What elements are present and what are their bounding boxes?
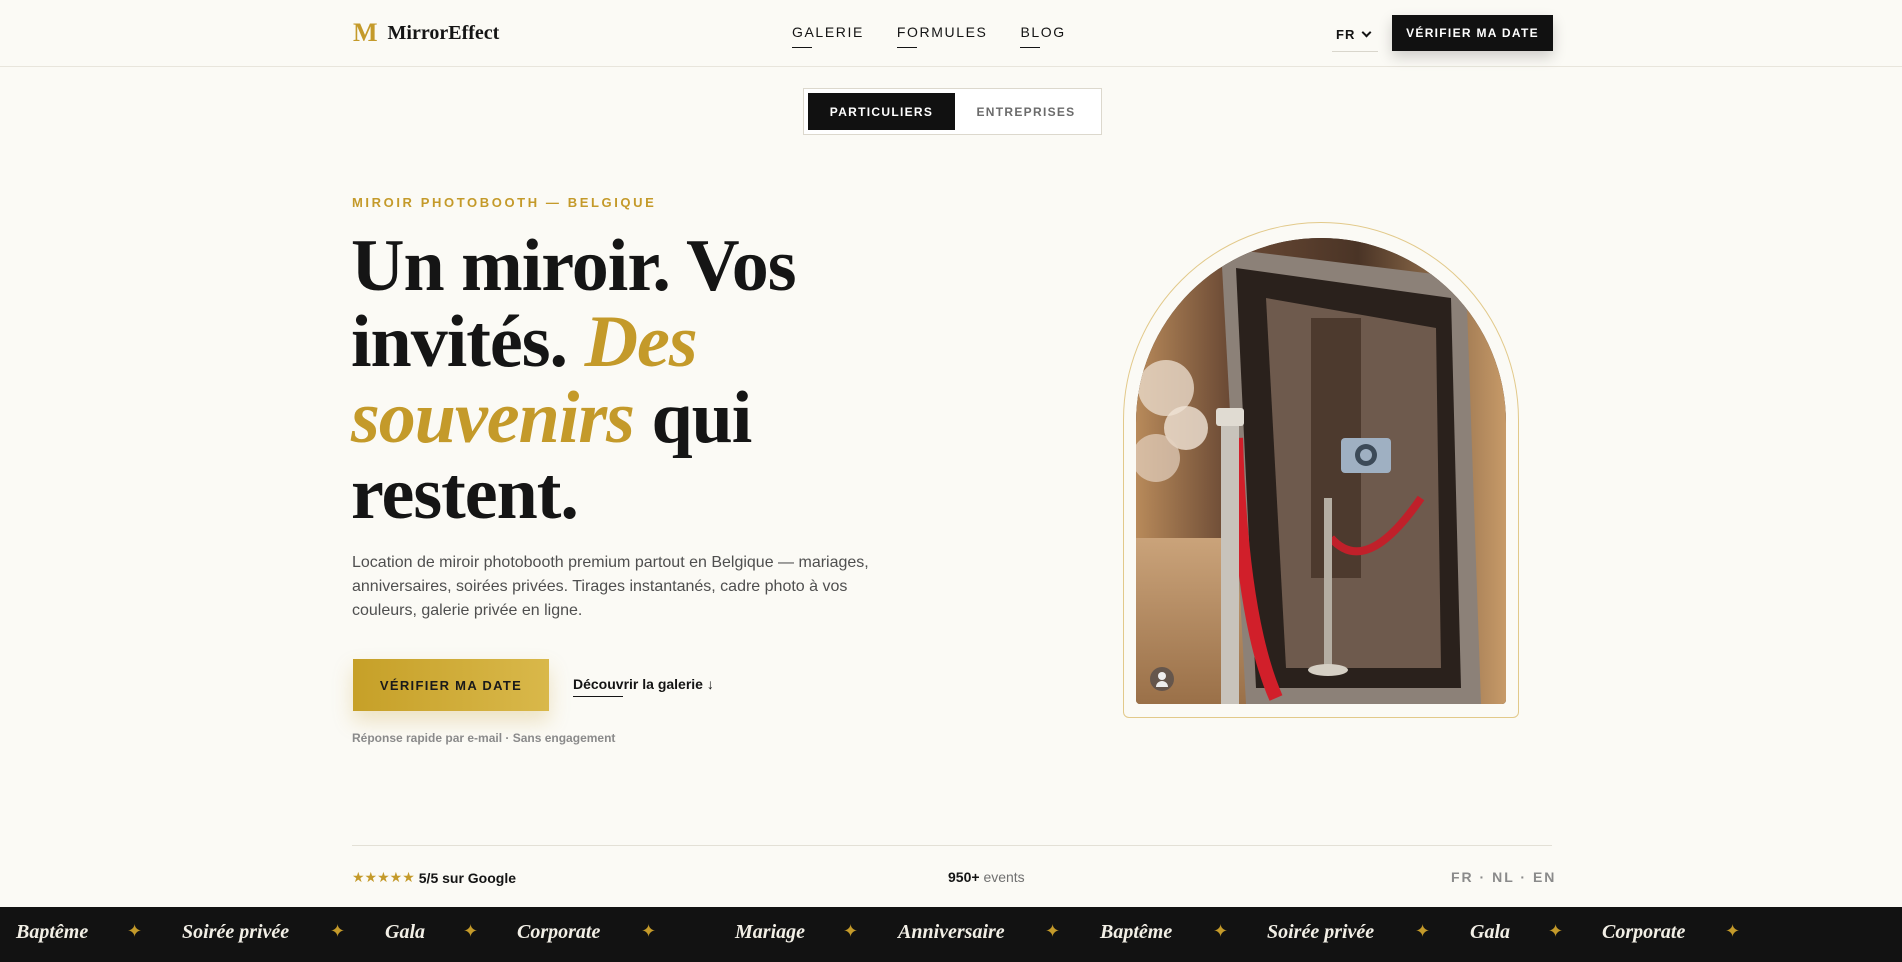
- events-number: 950+: [948, 869, 980, 885]
- user-icon[interactable]: [1150, 667, 1174, 691]
- gallery-link[interactable]: Découvrir la galerie ↓: [573, 676, 714, 697]
- sparkle-icon: ✦: [127, 921, 143, 941]
- logo-text: MirrorEffect: [387, 21, 500, 44]
- marquee-item: Mariage: [735, 921, 805, 943]
- sparkle-icon: ✦: [1213, 921, 1229, 941]
- toggle-particuliers[interactable]: PARTICULIERS: [808, 93, 955, 130]
- events-label: events: [983, 869, 1025, 885]
- sparkle-icon: ✦: [1415, 921, 1431, 941]
- photobooth-illustration: [1136, 238, 1506, 704]
- hero-description: Location de miroir photobooth premium pa…: [352, 554, 869, 619]
- hero-check-date-button[interactable]: VÉRIFIER MA DATE: [353, 659, 549, 711]
- marquee-item: Baptême: [1100, 921, 1173, 943]
- language-value: FR: [1336, 27, 1356, 42]
- hero-eyebrow: MIROIR PHOTOBOOTH — BELGIQUE: [352, 195, 657, 210]
- marquee-item: Soirée privée: [1267, 921, 1375, 943]
- marquee-item: Anniversaire: [898, 921, 1005, 943]
- rating-text: 5/5 sur Google: [418, 869, 517, 886]
- site-header: M MirrorEffect GALERIE FORMULES BLOG FR …: [0, 0, 1902, 67]
- sparkle-icon: ✦: [843, 921, 859, 941]
- events-count: 950+ events: [948, 869, 1025, 885]
- toggle-entreprises[interactable]: ENTREPRISES: [955, 93, 1097, 130]
- event-types-marquee: Baptême ✦ Soirée privée ✦ Gala ✦ Corpora…: [0, 907, 1902, 962]
- photobooth-image: [1136, 238, 1506, 704]
- sparkle-icon: ✦: [1548, 921, 1564, 941]
- hero-headline: Un miroir. Vos invités. Des souvenirs qu…: [351, 228, 911, 532]
- logo-mark: M: [353, 18, 378, 47]
- marquee-item: Baptême: [16, 921, 89, 943]
- sparkle-icon: ✦: [641, 921, 657, 941]
- language-select[interactable]: FR: [1332, 18, 1378, 52]
- marquee-item: Gala: [385, 921, 425, 943]
- marquee-item: Soirée privée: [182, 921, 290, 943]
- chevron-down-icon: [1361, 27, 1372, 38]
- sparkle-icon: ✦: [1725, 921, 1741, 941]
- main-nav: GALERIE FORMULES BLOG: [792, 24, 1066, 48]
- marquee-item: Corporate: [1602, 921, 1686, 943]
- supported-languages: FR · NL · EN: [1451, 869, 1557, 885]
- nav-blog[interactable]: BLOG: [1020, 24, 1065, 48]
- logo[interactable]: M MirrorEffect: [353, 20, 499, 46]
- marquee-item: Gala: [1470, 921, 1510, 943]
- hero-subnote: Réponse rapide par e-mail · Sans engagem…: [352, 731, 616, 745]
- star-rating-icon: ★★★★★: [352, 869, 415, 885]
- nav-formules[interactable]: FORMULES: [896, 24, 988, 48]
- header-check-date-button[interactable]: VÉRIFIER MA DATE: [1392, 15, 1553, 51]
- audience-toggle: PARTICULIERS ENTREPRISES: [803, 88, 1102, 135]
- marquee-item: Corporate: [517, 921, 601, 943]
- sparkle-icon: ✦: [1045, 921, 1061, 941]
- nav-galerie[interactable]: GALERIE: [792, 24, 864, 48]
- sparkle-icon: ✦: [463, 921, 479, 941]
- stats-divider: [352, 845, 1552, 846]
- sparkle-icon: ✦: [330, 921, 346, 941]
- google-rating: ★★★★★ 5/5 sur Google: [352, 869, 516, 886]
- headline-part-1: Un miroir. Vos invités.: [351, 225, 797, 383]
